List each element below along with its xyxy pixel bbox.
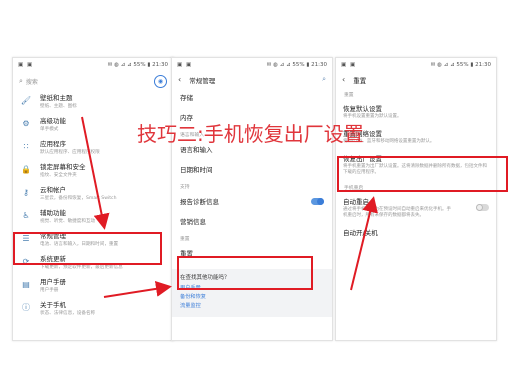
arrow-to-reset xyxy=(103,280,172,298)
arrow-to-factory-reset xyxy=(350,196,378,291)
arrow-to-general-management xyxy=(81,116,110,230)
annotation-arrows xyxy=(81,116,378,298)
